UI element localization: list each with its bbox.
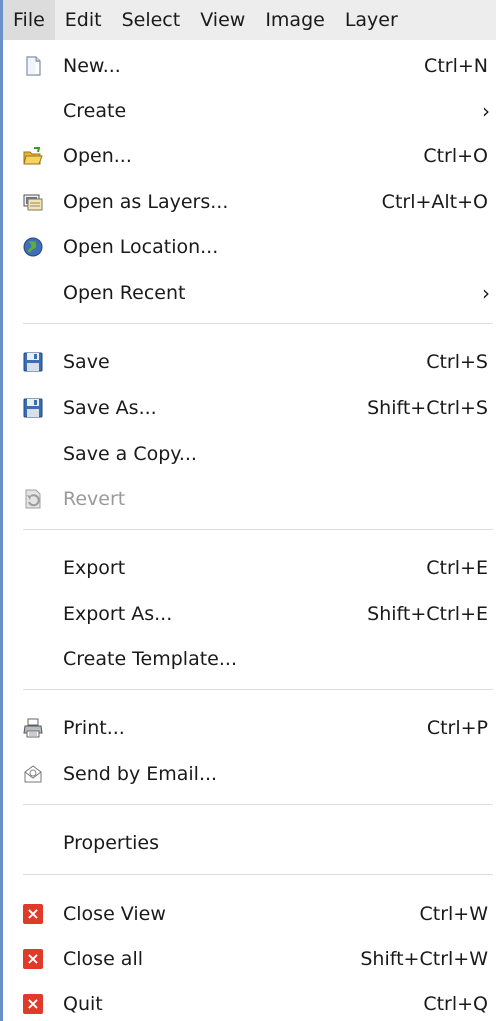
menu-item-shortcut: Ctrl+N [424, 55, 488, 77]
menu-item-create[interactable]: Create › [3, 92, 496, 130]
menubar-file[interactable]: File [3, 0, 55, 40]
menu-item-label: Create Template... [63, 648, 237, 670]
menu-item-new[interactable]: New... Ctrl+N [3, 47, 496, 85]
menu-separator [23, 874, 493, 875]
menu-item-save-a-copy[interactable]: Save a Copy... [3, 435, 496, 473]
menu-item-create-template[interactable]: Create Template... [3, 640, 496, 678]
menu-item-label: New... [63, 55, 121, 77]
revert-icon [23, 489, 43, 509]
menu-item-label: Properties [63, 832, 160, 854]
menu-item-label: Open as Layers... [63, 191, 229, 213]
close-x-icon: × [23, 949, 43, 969]
menu-item-close-all[interactable]: × Close all Shift+Ctrl+W [3, 940, 496, 978]
menu-item-shortcut: Shift+Ctrl+E [367, 603, 488, 625]
menu-separator [23, 689, 493, 690]
menu-item-open[interactable]: Open... Ctrl+O [3, 137, 496, 175]
menu-item-shortcut: Shift+Ctrl+S [367, 397, 488, 419]
menu-item-quit[interactable]: × Quit Ctrl+Q [3, 985, 496, 1021]
submenu-arrow-icon: › [482, 281, 490, 305]
menu-item-shortcut: Ctrl+Alt+O [381, 191, 488, 213]
menu-item-label: Print... [63, 717, 125, 739]
menu-item-label: Open... [63, 145, 132, 167]
menubar-edit[interactable]: Edit [55, 0, 112, 40]
globe-icon [23, 237, 43, 257]
menu-item-shortcut: Ctrl+W [419, 903, 488, 925]
menu-item-shortcut: Shift+Ctrl+W [360, 948, 488, 970]
menu-item-open-as-layers[interactable]: Open as Layers... Ctrl+Alt+O [3, 183, 496, 221]
menu-item-properties[interactable]: Properties [3, 824, 496, 862]
menu-item-send-by-email[interactable]: Send by Email... [3, 755, 496, 793]
menu-separator [23, 529, 493, 530]
open-layers-icon [23, 192, 43, 212]
menubar-view[interactable]: View [190, 0, 255, 40]
menu-item-label: Create [63, 100, 127, 122]
menu-item-shortcut: Ctrl+Q [423, 993, 488, 1015]
close-x-icon: × [23, 994, 43, 1014]
floppy-disk-icon [23, 398, 43, 418]
menu-item-label: Quit [63, 993, 103, 1015]
menu-item-open-recent[interactable]: Open Recent › [3, 274, 496, 312]
file-menu-dropdown: New... Ctrl+N Create › Open... Ctrl+O Op… [3, 40, 496, 1021]
menubar: File Edit Select View Image Layer [3, 0, 496, 40]
menu-item-save-as[interactable]: Save As... Shift+Ctrl+S [3, 389, 496, 427]
menu-item-label: Save [63, 351, 110, 373]
menu-item-print[interactable]: Print... Ctrl+P [3, 709, 496, 747]
close-x-icon: × [23, 904, 43, 924]
menu-item-shortcut: Ctrl+P [426, 717, 488, 739]
menubar-select[interactable]: Select [112, 0, 191, 40]
printer-icon [23, 718, 43, 738]
email-icon [23, 764, 43, 784]
menu-item-label: Save a Copy... [63, 443, 197, 465]
menu-item-shortcut: Ctrl+E [426, 557, 488, 579]
menu-item-close-view[interactable]: × Close View Ctrl+W [3, 895, 496, 933]
menubar-layer[interactable]: Layer [335, 0, 408, 40]
menu-item-open-location[interactable]: Open Location... [3, 228, 496, 266]
menu-item-label: Export As... [63, 603, 173, 625]
menu-item-revert: Revert [3, 480, 496, 518]
menu-separator [23, 323, 493, 324]
menu-item-export-as[interactable]: Export As... Shift+Ctrl+E [3, 595, 496, 633]
new-document-icon [23, 56, 43, 76]
menu-item-shortcut: Ctrl+S [426, 351, 488, 373]
menubar-image[interactable]: Image [255, 0, 335, 40]
menu-item-save[interactable]: Save Ctrl+S [3, 343, 496, 381]
menu-item-label: Send by Email... [63, 763, 218, 785]
floppy-disk-icon [23, 352, 43, 372]
open-folder-icon [23, 146, 43, 166]
menu-item-label: Open Recent [63, 282, 186, 304]
menu-item-label: Close all [63, 948, 143, 970]
menu-item-label: Close View [63, 903, 166, 925]
menu-separator [23, 804, 493, 805]
app-window: File Edit Select View Image Layer New...… [0, 0, 496, 1021]
menu-item-export[interactable]: Export Ctrl+E [3, 549, 496, 587]
menu-item-label: Open Location... [63, 236, 219, 258]
menu-item-label: Export [63, 557, 126, 579]
menu-item-label: Save As... [63, 397, 157, 419]
menu-item-label: Revert [63, 488, 126, 510]
menu-item-shortcut: Ctrl+O [423, 145, 488, 167]
submenu-arrow-icon: › [482, 99, 490, 123]
